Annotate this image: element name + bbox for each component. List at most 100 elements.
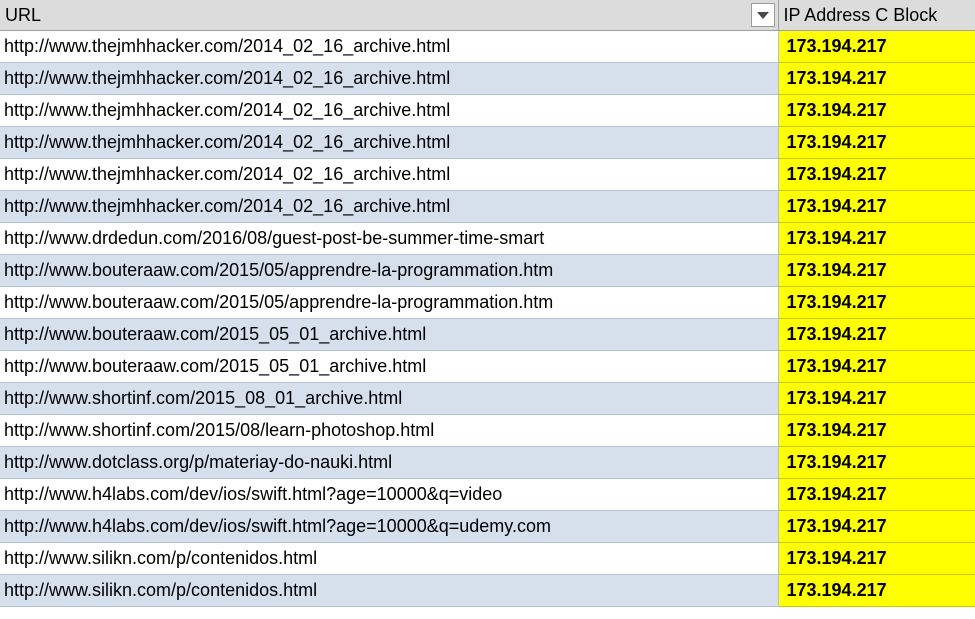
cell-ip-address-c-block-text: 173.194.217 [786,324,887,344]
table-body: http://www.thejmhhacker.com/2014_02_16_a… [0,30,975,607]
cell-ip-address-c-block-text: 173.194.217 [786,356,887,376]
cell-url[interactable]: http://www.thejmhhacker.com/2014_02_16_a… [0,158,779,191]
cell-ip-address-c-block-text: 173.194.217 [786,388,887,408]
table-header: URL IP Address C Block [0,0,975,31]
cell-url-text: http://www.thejmhhacker.com/2014_02_16_a… [4,36,451,56]
table-row[interactable]: http://www.drdedun.com/2016/08/guest-pos… [0,222,975,255]
cell-ip-address-c-block-text: 173.194.217 [786,516,887,536]
cell-ip-address-c-block[interactable]: 173.194.217 [778,414,975,447]
data-table: URL IP Address C Block http://www.thejmh… [0,0,975,607]
table-row[interactable]: http://www.dotclass.org/p/materiay-do-na… [0,446,975,479]
cell-ip-address-c-block-text: 173.194.217 [786,452,887,472]
cell-ip-address-c-block-text: 173.194.217 [786,164,887,184]
cell-ip-address-c-block-text: 173.194.217 [786,484,887,504]
cell-url-text: http://www.thejmhhacker.com/2014_02_16_a… [4,68,451,88]
cell-ip-address-c-block[interactable]: 173.194.217 [778,190,975,223]
cell-ip-address-c-block[interactable]: 173.194.217 [778,286,975,319]
cell-ip-address-c-block-text: 173.194.217 [786,260,887,280]
cell-url[interactable]: http://www.drdedun.com/2016/08/guest-pos… [0,222,779,255]
cell-url-text: http://www.bouteraaw.com/2015/05/apprend… [4,292,554,312]
cell-url[interactable]: http://www.thejmhhacker.com/2014_02_16_a… [0,126,779,159]
cell-url[interactable]: http://www.silikn.com/p/contenidos.html [0,542,779,575]
column-header-ip-address-c-block-label: IP Address C Block [783,5,938,25]
table-row[interactable]: http://www.bouteraaw.com/2015/05/apprend… [0,286,975,319]
cell-ip-address-c-block[interactable]: 173.194.217 [778,126,975,159]
cell-url[interactable]: http://www.shortinf.com/2015_08_01_archi… [0,382,779,415]
cell-url[interactable]: http://www.thejmhhacker.com/2014_02_16_a… [0,94,779,127]
cell-url[interactable]: http://www.h4labs.com/dev/ios/swift.html… [0,478,779,511]
table-row[interactable]: http://www.silikn.com/p/contenidos.html 1… [0,574,975,607]
cell-url[interactable]: http://www.thejmhhacker.com/2014_02_16_a… [0,62,779,95]
table-row[interactable]: http://www.thejmhhacker.com/2014_02_16_a… [0,190,975,223]
cell-url-text: http://www.bouteraaw.com/2015/05/apprend… [4,260,554,280]
cell-ip-address-c-block[interactable]: 173.194.217 [778,94,975,127]
column-header-url[interactable]: URL [0,0,779,31]
column-header-ip-address-c-block[interactable]: IP Address C Block [778,0,975,31]
table-row[interactable]: http://www.thejmhhacker.com/2014_02_16_a… [0,94,975,127]
cell-url[interactable]: http://www.bouteraaw.com/2015_05_01_arch… [0,318,779,351]
cell-url-text: http://www.h4labs.com/dev/ios/swift.html… [4,516,551,536]
cell-ip-address-c-block[interactable]: 173.194.217 [778,62,975,95]
cell-ip-address-c-block[interactable]: 173.194.217 [778,510,975,543]
header-row: URL IP Address C Block [0,0,975,31]
table-row[interactable]: http://www.thejmhhacker.com/2014_02_16_a… [0,126,975,159]
cell-ip-address-c-block[interactable]: 173.194.217 [778,222,975,255]
cell-url[interactable]: http://www.bouteraaw.com/2015/05/apprend… [0,286,779,319]
cell-ip-address-c-block-text: 173.194.217 [786,196,887,216]
cell-url[interactable]: http://www.silikn.com/p/contenidos.html [0,574,779,607]
cell-ip-address-c-block[interactable]: 173.194.217 [778,382,975,415]
cell-ip-address-c-block[interactable]: 173.194.217 [778,158,975,191]
column-header-url-label: URL [5,5,42,25]
cell-url-text: http://www.silikn.com/p/contenidos.html [4,548,318,568]
chevron-down-glyph [756,11,769,19]
cell-url-text: http://www.bouteraaw.com/2015_05_01_arch… [4,324,427,344]
cell-ip-address-c-block-text: 173.194.217 [786,100,887,120]
cell-ip-address-c-block[interactable]: 173.194.217 [778,350,975,383]
cell-ip-address-c-block-text: 173.194.217 [786,228,887,248]
cell-url-text: http://www.dotclass.org/p/materiay-do-na… [4,452,393,472]
cell-ip-address-c-block[interactable]: 173.194.217 [778,318,975,351]
spreadsheet-grid: URL IP Address C Block http://www.thejmh… [0,0,975,619]
cell-ip-address-c-block[interactable]: 173.194.217 [778,542,975,575]
table-row[interactable]: http://www.bouteraaw.com/2015_05_01_arch… [0,350,975,383]
cell-url-text: http://www.bouteraaw.com/2015_05_01_arch… [4,356,427,376]
cell-url[interactable]: http://www.h4labs.com/dev/ios/swift.html… [0,510,779,543]
table-row[interactable]: http://www.bouteraaw.com/2015/05/apprend… [0,254,975,287]
table-row[interactable]: http://www.h4labs.com/dev/ios/swift.html… [0,510,975,543]
cell-ip-address-c-block-text: 173.194.217 [786,132,887,152]
cell-url-text: http://www.silikn.com/p/contenidos.html [4,580,318,600]
cell-url[interactable]: http://www.dotclass.org/p/materiay-do-na… [0,446,779,479]
cell-ip-address-c-block[interactable]: 173.194.217 [778,478,975,511]
cell-url-text: http://www.thejmhhacker.com/2014_02_16_a… [4,132,451,152]
cell-url[interactable]: http://www.shortinf.com/2015/08/learn-ph… [0,414,779,447]
cell-url[interactable]: http://www.thejmhhacker.com/2014_02_16_a… [0,30,779,63]
table-row[interactable]: http://www.shortinf.com/2015/08/learn-ph… [0,414,975,447]
cell-ip-address-c-block-text: 173.194.217 [786,580,887,600]
table-row[interactable]: http://www.bouteraaw.com/2015_05_01_arch… [0,318,975,351]
cell-ip-address-c-block[interactable]: 173.194.217 [778,30,975,63]
cell-url[interactable]: http://www.bouteraaw.com/2015_05_01_arch… [0,350,779,383]
cell-url-text: http://www.thejmhhacker.com/2014_02_16_a… [4,164,451,184]
cell-url[interactable]: http://www.thejmhhacker.com/2014_02_16_a… [0,190,779,223]
table-row[interactable]: http://www.thejmhhacker.com/2014_02_16_a… [0,30,975,63]
cell-ip-address-c-block-text: 173.194.217 [786,548,887,568]
cell-url[interactable]: http://www.bouteraaw.com/2015/05/apprend… [0,254,779,287]
cell-url-text: http://www.h4labs.com/dev/ios/swift.html… [4,484,503,504]
cell-ip-address-c-block-text: 173.194.217 [786,68,887,88]
cell-ip-address-c-block[interactable]: 173.194.217 [778,574,975,607]
cell-ip-address-c-block-text: 173.194.217 [786,36,887,56]
table-row[interactable]: http://www.thejmhhacker.com/2014_02_16_a… [0,62,975,95]
cell-url-text: http://www.shortinf.com/2015_08_01_archi… [4,388,403,408]
chevron-down-icon[interactable] [750,3,775,27]
cell-url-text: http://www.thejmhhacker.com/2014_02_16_a… [4,100,451,120]
cell-url-text: http://www.drdedun.com/2016/08/guest-pos… [4,228,545,248]
table-row[interactable]: http://www.h4labs.com/dev/ios/swift.html… [0,478,975,511]
cell-ip-address-c-block-text: 173.194.217 [786,420,887,440]
table-row[interactable]: http://www.silikn.com/p/contenidos.html 1… [0,542,975,575]
cell-ip-address-c-block[interactable]: 173.194.217 [778,446,975,479]
cell-url-text: http://www.thejmhhacker.com/2014_02_16_a… [4,196,451,216]
table-row[interactable]: http://www.thejmhhacker.com/2014_02_16_a… [0,158,975,191]
table-row[interactable]: http://www.shortinf.com/2015_08_01_archi… [0,382,975,415]
cell-ip-address-c-block-text: 173.194.217 [786,292,887,312]
cell-ip-address-c-block[interactable]: 173.194.217 [778,254,975,287]
